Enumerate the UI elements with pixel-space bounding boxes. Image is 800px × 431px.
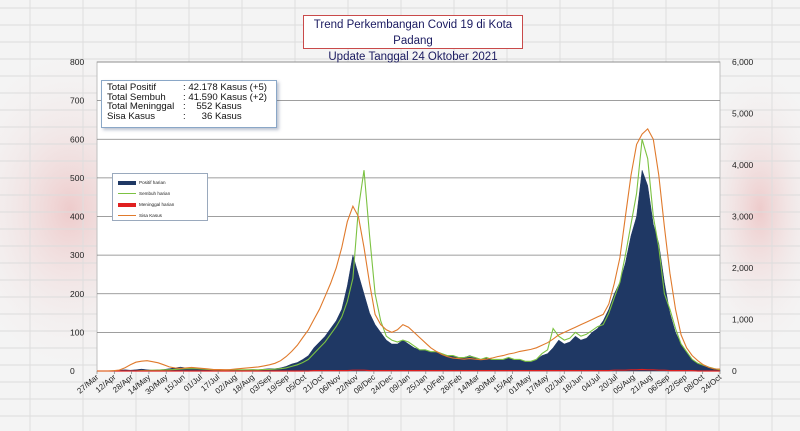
legend-swatch-positif	[118, 180, 136, 185]
legend-label: Sembuh harian	[139, 191, 171, 196]
stat-label: Sisa Kasus	[107, 110, 155, 122]
stat-value: : 36 Kasus	[183, 110, 242, 122]
stat-sisa-kasus: Sisa Kasus : 36 Kasus	[107, 112, 276, 122]
y-right-tick-label: 4,000	[732, 160, 754, 170]
y-left-tick-label: 300	[70, 250, 84, 260]
y-right-tick-label: 0	[732, 366, 737, 376]
summary-stats-box: Total Positif : 42.178 Kasus (+5) Total …	[101, 80, 277, 128]
chart-title-line2: Update Tanggal 24 Oktober 2021	[328, 51, 498, 63]
y-left-tick-label: 600	[70, 134, 84, 144]
chart-title: Trend Perkembangan Covid 19 di Kota Pada…	[303, 15, 523, 63]
legend-item-meninggal: Meninggal harian	[118, 199, 207, 210]
legend-label: Positif harian	[139, 180, 166, 185]
legend-label: Meninggal harian	[139, 202, 175, 207]
legend-item-sisa: Sisa Kasus	[118, 210, 207, 221]
y-right-tick-label: 5,000	[732, 109, 754, 119]
y-right-tick-label: 1,000	[732, 315, 754, 325]
legend-item-sembuh: Sembuh harian	[118, 188, 207, 199]
y-left-tick-label: 100	[70, 327, 84, 337]
y-left-tick-label: 400	[70, 212, 84, 222]
y-left-tick-label: 200	[70, 289, 84, 299]
y-left-tick-label: 700	[70, 96, 84, 106]
legend-label: Sisa Kasus	[139, 213, 162, 218]
y-right-tick-label: 2,000	[732, 263, 754, 273]
legend-item-positif: Positif harian	[118, 177, 207, 188]
y-right-tick-label: 3,000	[732, 212, 754, 222]
y-left-tick-label: 0	[70, 366, 75, 376]
y-left-tick-label: 500	[70, 173, 84, 183]
legend-swatch-sisa	[118, 214, 136, 217]
chart-title-line1: Trend Perkembangan Covid 19 di Kota Pada…	[313, 19, 513, 47]
y-right-tick-label: 6,000	[732, 57, 754, 67]
legend-swatch-meninggal	[118, 202, 136, 207]
legend-swatch-sembuh	[118, 192, 136, 195]
chart-legend: Positif harian Sembuh harian Meninggal h…	[112, 173, 208, 221]
y-left-tick-label: 800	[70, 57, 84, 67]
